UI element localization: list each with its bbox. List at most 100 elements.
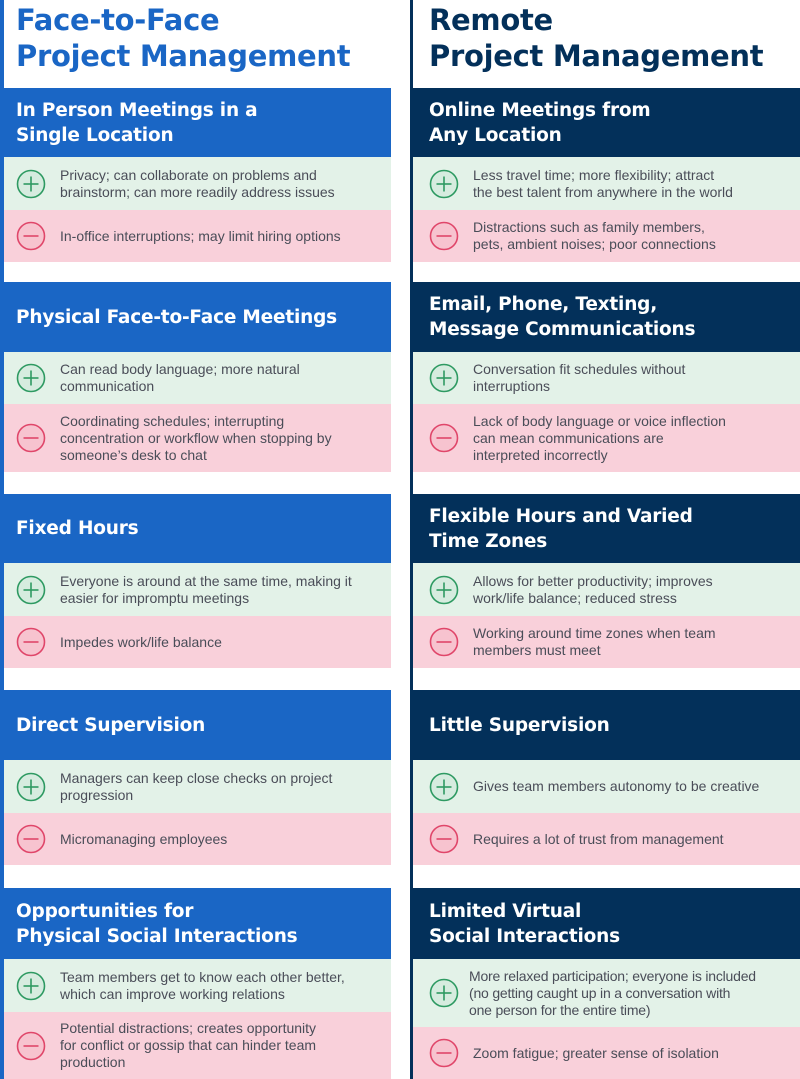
section-online-meetings: Online Meetings from Any Location Less t… <box>413 88 800 262</box>
text-line: Lack of body language or voice inflectio… <box>473 412 726 429</box>
text-line: pets, ambient noises; poor connections <box>473 236 716 252</box>
section-header: Email, Phone, Texting, Message Communica… <box>413 282 800 352</box>
text-line: easier for impromptu meetings <box>60 589 250 606</box>
con-text: Zoom fatigue; greater sense of isolation <box>473 1045 719 1062</box>
header-line: Physical Social Interactions <box>16 925 298 947</box>
pro-text: Everyone is around at the same time, mak… <box>60 573 352 607</box>
con-row: Working around time zones when team memb… <box>413 616 800 668</box>
con-text: Distractions such as family members, pet… <box>473 219 716 253</box>
text-line: for conflict or gossip that can hinder t… <box>60 1037 317 1053</box>
text-line: Distractions such as family members, <box>473 219 705 235</box>
text-line: Can read body language; more natural <box>60 361 300 377</box>
title-line: Project Management <box>16 39 351 73</box>
con-row: Requires a lot of trust from management <box>413 813 800 865</box>
section-physical-meetings: Physical Face-to-Face Meetings Can read … <box>4 282 391 472</box>
header-line: Little Supervision <box>429 714 610 736</box>
plus-circle-icon <box>429 363 459 393</box>
section-virtual-social: Limited Virtual Social Interactions More… <box>413 888 800 1079</box>
text-line: Team members get to know each other bett… <box>60 968 345 985</box>
section-header: Little Supervision <box>413 690 800 760</box>
minus-circle-icon <box>16 627 46 657</box>
text-line: Gives team members autonomy to be creati… <box>473 778 760 794</box>
minus-circle-icon <box>429 423 459 453</box>
minus-circle-icon <box>429 627 459 657</box>
minus-circle-icon <box>16 423 46 453</box>
con-row: Potential distractions; creates opportun… <box>4 1012 391 1079</box>
face-to-face-title: Face-to-Face Project Management <box>16 2 351 74</box>
pro-row: Privacy; can collaborate on problems and… <box>4 157 391 210</box>
con-row: Impedes work/life balance <box>4 616 391 668</box>
text-line: Privacy; can collaborate on problems and <box>60 166 317 183</box>
text-line: work/life balance; reduced stress <box>473 589 677 606</box>
plus-circle-icon <box>16 971 46 1000</box>
text-line: Micromanaging employees <box>60 830 228 847</box>
header-line: Opportunities for <box>16 900 194 922</box>
text-line: someone’s desk to chat <box>60 446 207 463</box>
pro-row: Less travel time; more flexibility; attr… <box>413 157 800 210</box>
text-line: interpreted incorrectly <box>473 446 608 463</box>
pro-text: More relaxed participation; everyone is … <box>469 968 756 1019</box>
plus-circle-icon <box>429 772 459 801</box>
text-line: members must meet <box>473 642 601 658</box>
section-flexible-hours: Flexible Hours and Varied Time Zones All… <box>413 494 800 668</box>
text-line: can mean communications are <box>473 429 664 446</box>
text-line: (no getting caught up in a conversation … <box>469 984 731 1001</box>
section-header: Fixed Hours <box>4 494 391 563</box>
text-line: Managers can keep close checks on projec… <box>60 769 333 786</box>
text-line: Requires a lot of trust from management <box>473 830 724 847</box>
text-line: More relaxed participation; everyone is … <box>469 967 756 984</box>
text-line: Impedes work/life balance <box>60 633 222 650</box>
section-direct-supervision: Direct Supervision Managers can keep clo… <box>4 690 391 865</box>
pro-text: Privacy; can collaborate on problems and… <box>60 167 335 201</box>
section-in-person-meetings: In Person Meetings in a Single Location … <box>4 88 391 262</box>
plus-circle-icon <box>16 575 46 604</box>
section-physical-social: Opportunities for Physical Social Intera… <box>4 888 391 1079</box>
header-line: Email, Phone, Texting, <box>429 294 658 315</box>
plus-circle-icon <box>16 169 46 198</box>
pro-text: Less travel time; more flexibility; attr… <box>473 167 733 201</box>
header-line: Time Zones <box>429 530 548 552</box>
header-line: Message Communications <box>429 319 696 340</box>
header-line: Social Interactions <box>429 925 620 947</box>
section-header: Online Meetings from Any Location <box>413 88 800 157</box>
text-line: progression <box>60 786 134 803</box>
con-row: In-office interruptions; may limit hirin… <box>4 210 391 262</box>
text-line: production <box>60 1054 126 1070</box>
pro-row: More relaxed participation; everyone is … <box>413 959 800 1027</box>
pro-row: Gives team members autonomy to be creati… <box>413 760 800 813</box>
plus-circle-icon <box>429 169 459 198</box>
text-line: Coordinating schedules; interrupting <box>60 412 285 429</box>
text-line: Zoom fatigue; greater sense of isolation <box>473 1044 719 1061</box>
con-row: Distractions such as family members, pet… <box>413 210 800 262</box>
pro-row: Team members get to know each other bett… <box>4 959 391 1012</box>
plus-circle-icon <box>16 363 46 393</box>
remote-column: Remote Project Management Online Meeting… <box>410 0 800 1079</box>
text-line: interruptions <box>473 378 551 394</box>
minus-circle-icon <box>16 824 46 854</box>
con-text: Working around time zones when team memb… <box>473 625 716 659</box>
section-little-supervision: Little Supervision Gives team members au… <box>413 690 800 865</box>
text-line: one person for the entire time) <box>469 1001 651 1018</box>
pro-text: Team members get to know each other bett… <box>60 969 345 1003</box>
minus-circle-icon <box>429 221 459 251</box>
minus-circle-icon <box>16 221 46 251</box>
con-row: Lack of body language or voice inflectio… <box>413 404 800 472</box>
header-line: Single Location <box>16 124 174 146</box>
face-to-face-column: Face-to-Face Project Management In Perso… <box>0 0 391 1079</box>
con-row: Micromanaging employees <box>4 813 391 865</box>
text-line: In-office interruptions; may limit hirin… <box>60 227 341 244</box>
remote-title: Remote Project Management <box>429 2 764 74</box>
title-line: Remote <box>429 3 553 37</box>
section-header: In Person Meetings in a Single Location <box>4 88 391 157</box>
con-text: Coordinating schedules; interrupting con… <box>60 413 332 464</box>
con-text: Lack of body language or voice inflectio… <box>473 413 726 464</box>
text-line: Allows for better productivity; improves <box>473 572 713 589</box>
header-line: Fixed Hours <box>16 518 139 539</box>
text-line: Working around time zones when team <box>473 625 716 641</box>
pro-row: Conversation fit schedules without inter… <box>413 352 800 404</box>
section-email-phone-texting: Email, Phone, Texting, Message Communica… <box>413 282 800 472</box>
con-row: Zoom fatigue; greater sense of isolation <box>413 1027 800 1079</box>
pro-row: Managers can keep close checks on projec… <box>4 760 391 813</box>
pro-text: Gives team members autonomy to be creati… <box>473 778 759 795</box>
text-line: which can improve working relations <box>60 985 285 1002</box>
